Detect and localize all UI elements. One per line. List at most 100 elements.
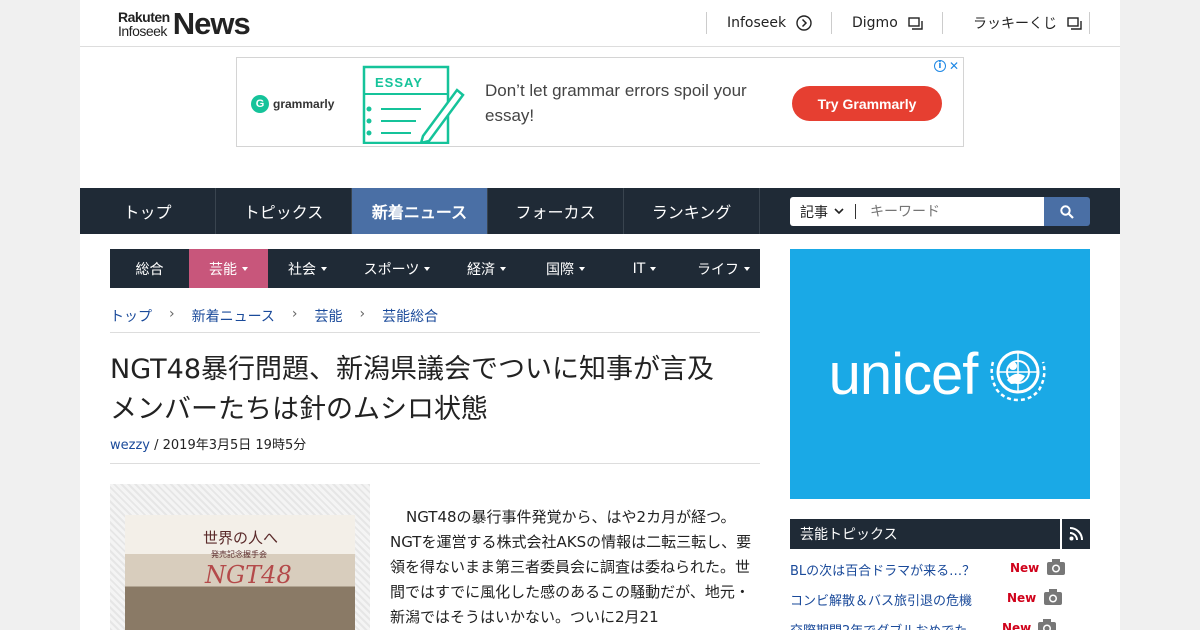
subnav-label: 芸能 (209, 261, 237, 278)
breadcrumb-item-top[interactable]: トップ (110, 306, 152, 332)
header-link-infoseek[interactable]: Infoseek (706, 12, 831, 34)
article-source-link[interactable]: wezzy (110, 438, 150, 453)
caret-down-icon (242, 266, 248, 271)
logo-news: News (172, 6, 251, 41)
logo-rakuten: Rakuten (118, 9, 170, 25)
article-photo: 世界の人へ 発売記念握手会 NGT48 (125, 515, 355, 630)
subnav-label: スポーツ (363, 261, 420, 278)
external-window-icon (908, 16, 923, 30)
ad-headline: Don’t let grammar errors spoil your essa… (485, 81, 747, 125)
subnav-item-international[interactable]: 国際 (526, 249, 605, 288)
grammarly-ad-banner[interactable]: G grammarly ESSAY Don’t let grammar erro… (236, 57, 964, 147)
caret-down-icon (579, 266, 585, 271)
subnav-item-sports[interactable]: スポーツ (347, 249, 447, 288)
grammarly-brand-text: grammarly (273, 97, 335, 111)
grammarly-logo: G grammarly (251, 95, 334, 113)
search-button[interactable] (1044, 197, 1090, 226)
subnav-item-it[interactable]: IT (605, 249, 684, 288)
nav-item-topics[interactable]: トピックス (216, 188, 352, 234)
search-icon (1060, 204, 1074, 219)
nav-item-top[interactable]: トップ (80, 188, 216, 234)
subnav-label: 国際 (546, 261, 574, 278)
caret-down-icon (744, 266, 750, 271)
search-category-label: 記事 (800, 204, 828, 221)
unicef-ad[interactable]: unicef (790, 249, 1090, 499)
main-nav: トップ トピックス 新着ニュース フォーカス ランキング 記事 (80, 188, 1120, 234)
subnav-item-entertainment[interactable]: 芸能 (189, 249, 268, 288)
unicef-emblem-icon (990, 350, 1046, 402)
new-badge: New (1007, 591, 1037, 605)
header-links: Infoseek Digmo ラッキーくじ (706, 12, 1090, 34)
logo-small-text: Rakuten Infoseek (118, 10, 170, 38)
essay-pencil-icon: ESSAY (361, 64, 465, 148)
grammarly-g-icon: G (251, 95, 269, 113)
try-grammarly-button[interactable]: Try Grammarly (792, 86, 942, 121)
camera-icon (1044, 589, 1062, 605)
chevron-right-icon: › (169, 306, 175, 322)
chevron-right-icon: › (291, 306, 298, 322)
category-subnav: 総合 芸能 社会 スポーツ 経済 国際 IT ライフ (110, 249, 760, 288)
header-link-label: Infoseek (727, 15, 787, 31)
caret-down-icon (500, 266, 506, 271)
nav-item-focus[interactable]: フォーカス (488, 188, 624, 234)
subnav-label: 総合 (135, 261, 164, 278)
new-badge: New (1010, 561, 1040, 575)
external-window-icon (1067, 16, 1082, 30)
breadcrumb-item-entertainment[interactable]: 芸能 (315, 306, 343, 332)
article-thumbnail[interactable]: 世界の人へ 発売記念握手会 NGT48 (110, 484, 370, 630)
subnav-item-society[interactable]: 社会 (268, 249, 347, 288)
nav-item-ranking[interactable]: ランキング (624, 188, 760, 234)
chevron-right-icon: › (359, 306, 366, 322)
subnav-item-general[interactable]: 総合 (110, 249, 189, 288)
chevron-down-icon (834, 208, 844, 215)
rss-icon[interactable] (1060, 519, 1090, 549)
subnav-label: 経済 (467, 261, 495, 278)
header-link-label: Digmo (852, 15, 898, 31)
article-body: NGT48の暴行事件発覚から、はや2カ月が経つ。NGTを運営する株式会社AKSの… (390, 508, 752, 626)
unicef-wordmark: unicef (828, 341, 979, 407)
search-category-select[interactable]: 記事 (790, 197, 856, 226)
subnav-label: ライフ (697, 261, 739, 278)
logo-infoseek: Infoseek (118, 23, 167, 39)
topic-title[interactable]: BLの次は百合ドラマが来る…？ (790, 560, 975, 579)
search-form: 記事 (790, 197, 1090, 226)
divider (110, 463, 760, 464)
meta-separator: / (154, 438, 163, 453)
nav-item-latest-news[interactable]: 新着ニュース (352, 188, 488, 234)
article-date: 2019年3月5日 19時5分 (162, 438, 307, 453)
essay-badge: ESSAY (375, 75, 423, 90)
topic-item[interactable]: BLの次は百合ドラマが来る…？ New (790, 558, 1090, 580)
topic-item[interactable]: コンビ解散＆バス旅引退の危機 New (790, 588, 1090, 610)
arrow-circle-icon (796, 15, 812, 31)
header-link-label: ラッキーくじ (973, 16, 1057, 32)
caret-down-icon (424, 266, 431, 271)
article-title: NGT48暴行問題、新潟県議会でついに知事が言及 メンバーたちは針のムシロ状態 (110, 354, 742, 425)
ad-close-icon[interactable]: ✕ (949, 59, 959, 73)
subnav-item-life[interactable]: ライフ (684, 249, 760, 288)
topic-title[interactable]: コンビ解散＆バス旅引退の危機 (790, 590, 972, 609)
entertainment-topics-header: 芸能トピックス (790, 519, 1090, 549)
ad-choices[interactable]: i ✕ (933, 59, 959, 73)
header-link-lucky-kuji[interactable]: ラッキーくじ (942, 12, 1090, 34)
ad-info-icon[interactable]: i (933, 60, 946, 72)
subnav-label: IT (632, 260, 646, 277)
caret-down-icon (321, 266, 327, 271)
search-input[interactable] (856, 197, 1044, 226)
breadcrumb-item-entertainment-general[interactable]: 芸能総合 (382, 306, 438, 332)
subnav-label: 社会 (288, 261, 316, 278)
article-meta: wezzy / 2019年3月5日 19時5分 (110, 434, 306, 453)
caret-down-icon (650, 266, 657, 271)
camera-icon (1047, 559, 1065, 575)
camera-icon (1038, 619, 1056, 630)
site-logo[interactable]: Rakuten Infoseek News (118, 6, 251, 41)
topic-title[interactable]: 交際期間2年でダブルおめでた (790, 620, 967, 630)
subnav-item-economy[interactable]: 経済 (447, 249, 526, 288)
photo-title-text: 世界の人へ (203, 529, 279, 547)
breadcrumb-item-latest-news[interactable]: 新着ニュース (192, 306, 275, 332)
new-badge: New (1002, 621, 1032, 630)
photo-subtitle-text: 発売記念握手会 (211, 550, 267, 559)
header-link-digmo[interactable]: Digmo (831, 12, 942, 34)
photo-ngt-logo: NGT48 (205, 561, 292, 589)
site-header: Rakuten Infoseek News Infoseek Digmo ラッキ… (80, 0, 1120, 47)
topic-item[interactable]: 交際期間2年でダブルおめでた New (790, 618, 1090, 630)
